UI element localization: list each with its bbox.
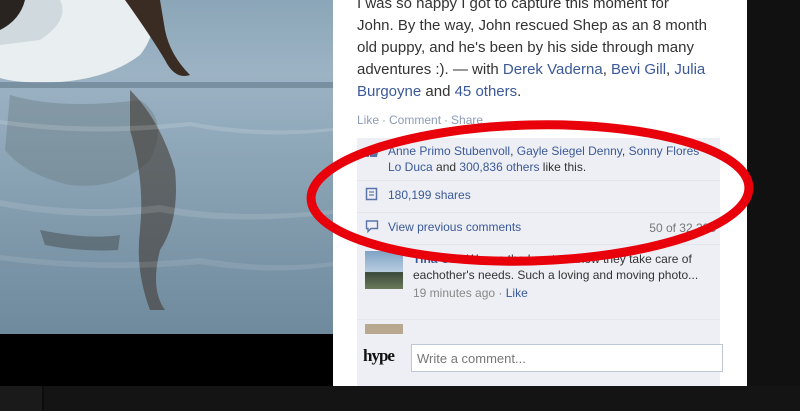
annotation-overlay bbox=[306, 120, 754, 266]
red-circle-annotation bbox=[306, 120, 754, 266]
